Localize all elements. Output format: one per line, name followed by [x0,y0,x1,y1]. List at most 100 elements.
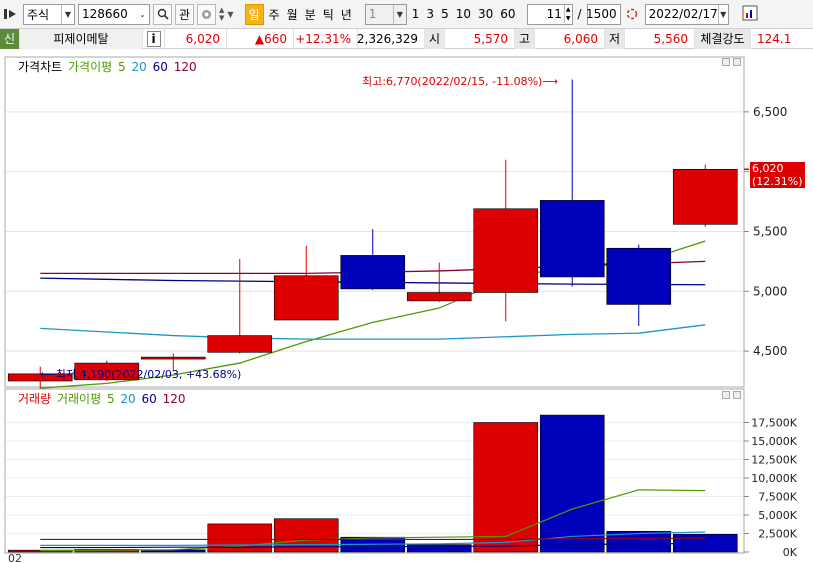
legend-volume-ma60: 60 [141,392,157,406]
count-input[interactable]: 11 ▲ ▼ [526,3,573,25]
volume-axis-label: 5,000K [758,509,797,522]
volume-axis-label: 12,500K [751,454,797,467]
legend-price-ma60: 60 [152,60,168,74]
current-price: 6,020 [165,28,227,49]
interval-3-button[interactable]: 3 [424,7,436,21]
period-day-label: 일 [248,7,260,22]
stock-code-input[interactable]: 128660 ⌄ [78,3,150,25]
candle-body [606,247,672,305]
price-change-value: ▲660 [254,31,287,46]
stock-name-label: 피제이메탈 [53,32,109,46]
legend-volume-ma20: 20 [120,392,136,406]
price-change-percent: +12.31% [294,28,358,49]
chevron-down-icon[interactable]: ▼ [392,4,406,24]
volume-axis-label: 10,000K [751,472,797,485]
period-week-button[interactable]: 주 [267,6,282,23]
chart-svg: 4,500 5,000 5,500 6,500 0K 2,500K 5,000K 7,500… [4,56,798,559]
low-label: 저 [605,28,625,49]
chevron-down-icon[interactable]: ▼ [227,10,233,19]
chart-window-icon[interactable] [742,5,758,24]
period-minute-button[interactable]: 분 [303,6,318,23]
strength-label: 체결강도 [695,28,751,49]
count-value: 11 [546,7,562,21]
stepper-icon[interactable]: ▲ ▼ [219,6,224,22]
volume-panel-frame [4,388,745,554]
last-price-value: 6,020 [752,162,784,175]
price-grid [6,111,743,352]
open-price: 5,570 [445,28,515,49]
gear-icon [202,9,211,19]
interval-30-button[interactable]: 30 [476,7,495,21]
high-label: 고 [515,28,535,49]
volume-bar [539,414,605,553]
strength-label-text: 체결강도 [700,32,745,46]
info-button[interactable]: i [143,28,165,49]
search-icon [157,8,169,20]
chevron-down-icon[interactable]: ▼ [717,4,728,24]
interval-select[interactable]: 1 ▼ [364,3,407,25]
volume-axis-label: 15,000K [751,435,797,448]
open-label-text: 시 [428,32,441,46]
count-separator: / [577,7,582,21]
interval-60-button[interactable]: 60 [498,7,517,21]
candle-body [273,275,339,321]
legend-price-ma20: 20 [131,60,147,74]
interval-select-value: 1 [368,7,377,21]
volume-axis-label: 0K [783,546,798,559]
panel-toggle-icon[interactable] [2,4,20,25]
date-select-value: 2022/02/17 [648,7,718,21]
low-annotation: ⟵최저:4,190(2022/02/03, +43.68%) [40,368,242,381]
candle-body [140,356,206,360]
search-button[interactable] [153,3,172,25]
date-select[interactable]: 2022/02/17 ▼ [644,3,729,25]
total-input[interactable]: 1500 [586,3,621,25]
volume-panel-close-button[interactable] [733,391,741,399]
period-year-button[interactable]: 년 [339,6,354,23]
market-select-value: 주식 [27,7,50,22]
chevron-down-icon[interactable]: ⌄ [136,5,149,24]
candle-body [406,292,472,302]
legend-volume-title: 거래량 [18,392,52,406]
volume-axis-label: 2,500K [758,528,797,541]
volume-value-text: 2,326,329 [356,31,418,46]
candle-body [340,255,406,290]
high-price-value: 6,060 [563,31,598,46]
candle-body [473,208,539,293]
strength-value-text: 124.1 [757,31,792,46]
price-axis-label: 4,500 [753,344,787,358]
legend-price-ma-title: 가격이평 [68,60,113,74]
stepper-icon[interactable]: ▲ ▼ [563,5,572,23]
low-label-text: 저 [608,32,621,46]
interval-10-button[interactable]: 10 [454,7,473,21]
settings-button[interactable] [197,3,216,25]
high-label-text: 고 [518,32,531,46]
price-panel-frame [4,56,745,388]
volume-panel-restore-button[interactable] [722,391,730,399]
info-icon: i [146,30,161,47]
stock-info-bar: 신 피제이메탈 i 6,020 ▲660 +12.31% 2,326,329 시… [0,28,813,49]
sync-icon[interactable] [624,6,640,22]
candle-body [672,168,738,225]
price-panel-close-button[interactable] [733,58,741,66]
interval-1-button[interactable]: 1 [410,7,422,21]
volume-value: 2,326,329 [356,28,425,49]
total-value: 1500 [586,7,617,21]
open-label: 시 [425,28,445,49]
period-tick-button[interactable]: 틱 [321,6,336,23]
volume-axis: 0K 2,500K 5,000K 7,500K 10,000K 12,500K 15,000… [744,417,798,559]
volume-legend: 거래량 거래이평 5 20 60 120 [18,390,188,407]
volume-bar [473,422,539,553]
market-select[interactable]: 주식 ▼ [23,3,75,25]
period-day-button[interactable]: 일 [244,3,264,25]
interest-button[interactable]: 관 [175,3,194,25]
price-panel-restore-button[interactable] [722,58,730,66]
strength-value: 124.1 [751,29,793,49]
period-month-button[interactable]: 월 [285,6,300,23]
legend-volume-ma-title: 거래이평 [56,392,102,406]
toolbar: 주식 ▼ 128660 ⌄ 관 ▲ ▼ ▼ 일 주 월 분 틱 년 1 ▼ 1 3… [0,0,813,29]
chevron-down-icon[interactable]: ▼ [61,4,74,24]
interval-5-button[interactable]: 5 [439,7,451,21]
price-axis-label: 6,500 [753,105,787,119]
legend-price-title: 가격차트 [18,60,63,74]
high-price: 6,060 [535,28,605,49]
